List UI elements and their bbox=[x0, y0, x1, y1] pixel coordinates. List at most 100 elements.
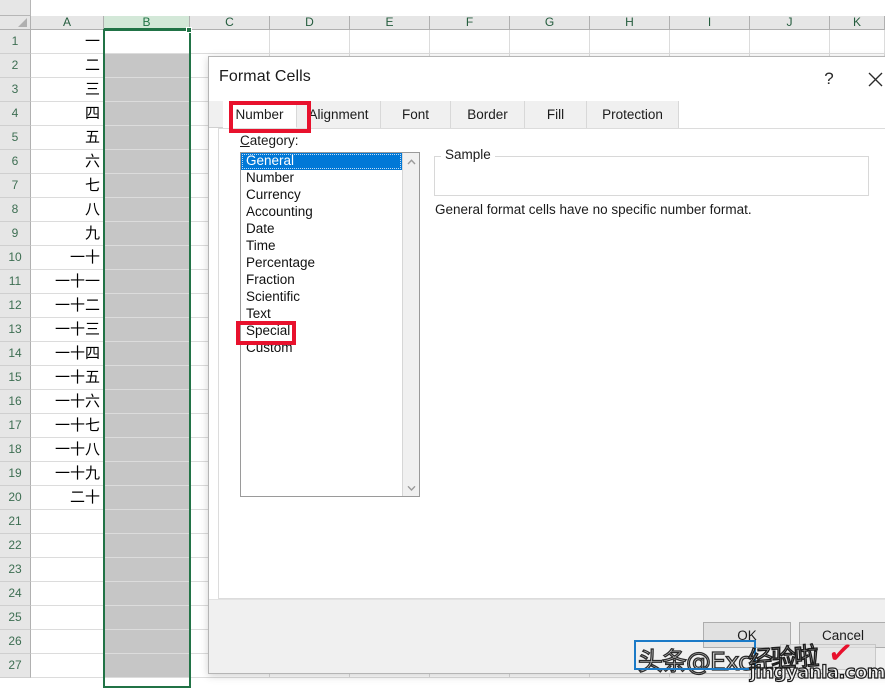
column-header-j[interactable]: J bbox=[750, 16, 830, 30]
close-icon[interactable] bbox=[853, 57, 885, 101]
cell-A10[interactable]: 一十 bbox=[31, 246, 104, 270]
row-header-6[interactable]: 6 bbox=[0, 150, 31, 174]
cell-A11[interactable]: 一十一 bbox=[31, 270, 104, 294]
row-header-27[interactable]: 27 bbox=[0, 654, 31, 678]
category-item-accounting[interactable]: Accounting bbox=[241, 204, 402, 221]
cell-B15[interactable] bbox=[104, 366, 190, 390]
column-header-f[interactable]: F bbox=[430, 16, 510, 30]
chevron-down-icon[interactable] bbox=[403, 479, 419, 496]
cell-A17[interactable]: 一十七 bbox=[31, 414, 104, 438]
cell-B20[interactable] bbox=[104, 486, 190, 510]
tab-fill[interactable]: Fill bbox=[525, 101, 587, 128]
column-header-b[interactable]: B bbox=[104, 16, 190, 30]
cell-E1[interactable] bbox=[350, 30, 430, 54]
cell-B8[interactable] bbox=[104, 198, 190, 222]
column-header-a[interactable]: A bbox=[31, 16, 104, 30]
row-header-7[interactable]: 7 bbox=[0, 174, 31, 198]
cell-G1[interactable] bbox=[510, 30, 590, 54]
cell-B2[interactable] bbox=[104, 54, 190, 78]
cell-A9[interactable]: 九 bbox=[31, 222, 104, 246]
select-all-button[interactable] bbox=[0, 16, 31, 30]
cancel-button[interactable]: Cancel bbox=[799, 622, 885, 648]
category-item-text[interactable]: Text bbox=[241, 306, 402, 323]
column-header-h[interactable]: H bbox=[590, 16, 670, 30]
column-header-e[interactable]: E bbox=[350, 16, 430, 30]
ok-button[interactable]: OK bbox=[703, 622, 791, 648]
cell-A13[interactable]: 一十三 bbox=[31, 318, 104, 342]
category-item-percentage[interactable]: Percentage bbox=[241, 255, 402, 272]
cell-H1[interactable] bbox=[590, 30, 670, 54]
cell-A8[interactable]: 八 bbox=[31, 198, 104, 222]
tab-font[interactable]: Font bbox=[381, 101, 451, 128]
row-header-13[interactable]: 13 bbox=[0, 318, 31, 342]
help-icon[interactable]: ? bbox=[807, 57, 851, 101]
cell-A18[interactable]: 一十八 bbox=[31, 438, 104, 462]
cell-B25[interactable] bbox=[104, 606, 190, 630]
row-header-19[interactable]: 19 bbox=[0, 462, 31, 486]
row-header-4[interactable]: 4 bbox=[0, 102, 31, 126]
cell-B9[interactable] bbox=[104, 222, 190, 246]
column-header-g[interactable]: G bbox=[510, 16, 590, 30]
cell-B17[interactable] bbox=[104, 414, 190, 438]
cell-A16[interactable]: 一十六 bbox=[31, 390, 104, 414]
row-header-25[interactable]: 25 bbox=[0, 606, 31, 630]
cell-A2[interactable]: 二 bbox=[31, 54, 104, 78]
cell-A5[interactable]: 五 bbox=[31, 126, 104, 150]
row-header-14[interactable]: 14 bbox=[0, 342, 31, 366]
cell-B3[interactable] bbox=[104, 78, 190, 102]
cell-A21[interactable] bbox=[31, 510, 104, 534]
column-header-c[interactable]: C bbox=[190, 16, 270, 30]
cell-A20[interactable]: 二十 bbox=[31, 486, 104, 510]
row-header-16[interactable]: 16 bbox=[0, 390, 31, 414]
row-header-3[interactable]: 3 bbox=[0, 78, 31, 102]
cell-B23[interactable] bbox=[104, 558, 190, 582]
cell-B7[interactable] bbox=[104, 174, 190, 198]
cell-B16[interactable] bbox=[104, 390, 190, 414]
cell-F1[interactable] bbox=[430, 30, 510, 54]
cell-B19[interactable] bbox=[104, 462, 190, 486]
row-header-17[interactable]: 17 bbox=[0, 414, 31, 438]
cell-A6[interactable]: 六 bbox=[31, 150, 104, 174]
row-header-8[interactable]: 8 bbox=[0, 198, 31, 222]
cell-B21[interactable] bbox=[104, 510, 190, 534]
cell-B26[interactable] bbox=[104, 630, 190, 654]
cell-J1[interactable] bbox=[750, 30, 830, 54]
category-item-custom[interactable]: Custom bbox=[241, 340, 402, 357]
column-header-k[interactable]: K bbox=[830, 16, 885, 30]
cell-K1[interactable] bbox=[830, 30, 885, 54]
cell-A24[interactable] bbox=[31, 582, 104, 606]
cell-B24[interactable] bbox=[104, 582, 190, 606]
cell-B11[interactable] bbox=[104, 270, 190, 294]
cell-B1[interactable] bbox=[104, 30, 190, 54]
cell-A19[interactable]: 一十九 bbox=[31, 462, 104, 486]
cell-A27[interactable] bbox=[31, 654, 104, 678]
row-header-20[interactable]: 20 bbox=[0, 486, 31, 510]
row-header-15[interactable]: 15 bbox=[0, 366, 31, 390]
row-header-12[interactable]: 12 bbox=[0, 294, 31, 318]
cell-C1[interactable] bbox=[190, 30, 270, 54]
category-item-date[interactable]: Date bbox=[241, 221, 402, 238]
cell-B18[interactable] bbox=[104, 438, 190, 462]
row-header-22[interactable]: 22 bbox=[0, 534, 31, 558]
cell-B22[interactable] bbox=[104, 534, 190, 558]
cell-A25[interactable] bbox=[31, 606, 104, 630]
tab-number[interactable]: Number bbox=[223, 101, 297, 128]
row-header-21[interactable]: 21 bbox=[0, 510, 31, 534]
chevron-up-icon[interactable] bbox=[403, 153, 419, 170]
column-header-d[interactable]: D bbox=[270, 16, 350, 30]
cell-B27[interactable] bbox=[104, 654, 190, 678]
cell-B6[interactable] bbox=[104, 150, 190, 174]
cell-A4[interactable]: 四 bbox=[31, 102, 104, 126]
row-header-9[interactable]: 9 bbox=[0, 222, 31, 246]
category-item-special[interactable]: Special bbox=[241, 323, 402, 340]
selection-fill-handle[interactable] bbox=[186, 27, 192, 33]
row-header-10[interactable]: 10 bbox=[0, 246, 31, 270]
row-header-24[interactable]: 24 bbox=[0, 582, 31, 606]
row-header-26[interactable]: 26 bbox=[0, 630, 31, 654]
category-item-fraction[interactable]: Fraction bbox=[241, 272, 402, 289]
category-item-scientific[interactable]: Scientific bbox=[241, 289, 402, 306]
tab-protection[interactable]: Protection bbox=[587, 101, 679, 128]
column-header-i[interactable]: I bbox=[670, 16, 750, 30]
category-item-currency[interactable]: Currency bbox=[241, 187, 402, 204]
cell-A26[interactable] bbox=[31, 630, 104, 654]
